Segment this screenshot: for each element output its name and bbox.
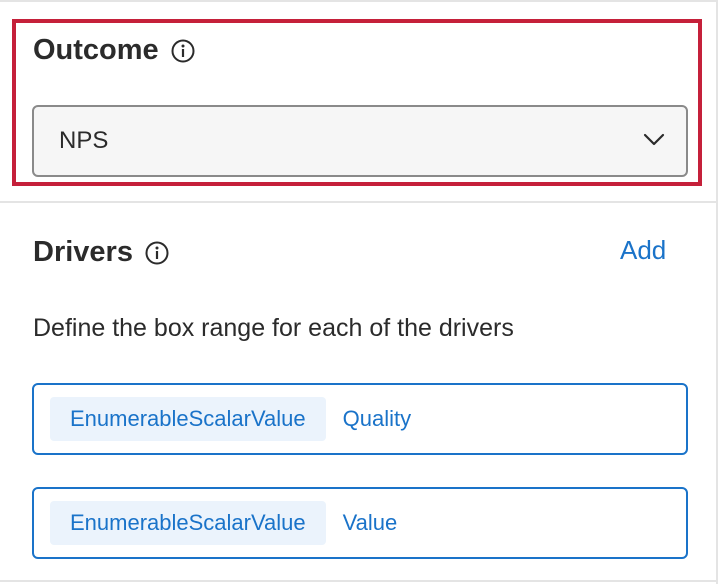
driver-name: Value	[342, 510, 398, 535]
chevron-down-icon	[642, 127, 666, 156]
bottom-divider	[0, 580, 718, 582]
info-icon[interactable]	[171, 38, 195, 63]
driver-name: Quality	[342, 406, 412, 431]
drivers-title: Drivers	[33, 235, 133, 268]
outcome-select-value: NPS	[59, 127, 109, 154]
driver-type-chip: EnumerableScalarValue	[50, 501, 326, 545]
info-icon[interactable]	[145, 240, 169, 265]
driver-item-value[interactable]: EnumerableScalarValue Value	[32, 487, 688, 559]
top-divider	[0, 0, 718, 2]
driver-type-chip: EnumerableScalarValue	[50, 397, 326, 441]
section-divider	[0, 201, 718, 203]
outcome-header: Outcome	[33, 30, 195, 70]
outcome-select[interactable]: NPS	[32, 105, 688, 177]
driver-item-quality[interactable]: EnumerableScalarValue Quality	[32, 383, 688, 455]
outcome-title: Outcome	[33, 33, 159, 66]
add-driver-button[interactable]: Add	[620, 235, 666, 266]
drivers-description: Define the box range for each of the dri…	[33, 314, 514, 342]
drivers-header: Drivers	[33, 232, 169, 272]
